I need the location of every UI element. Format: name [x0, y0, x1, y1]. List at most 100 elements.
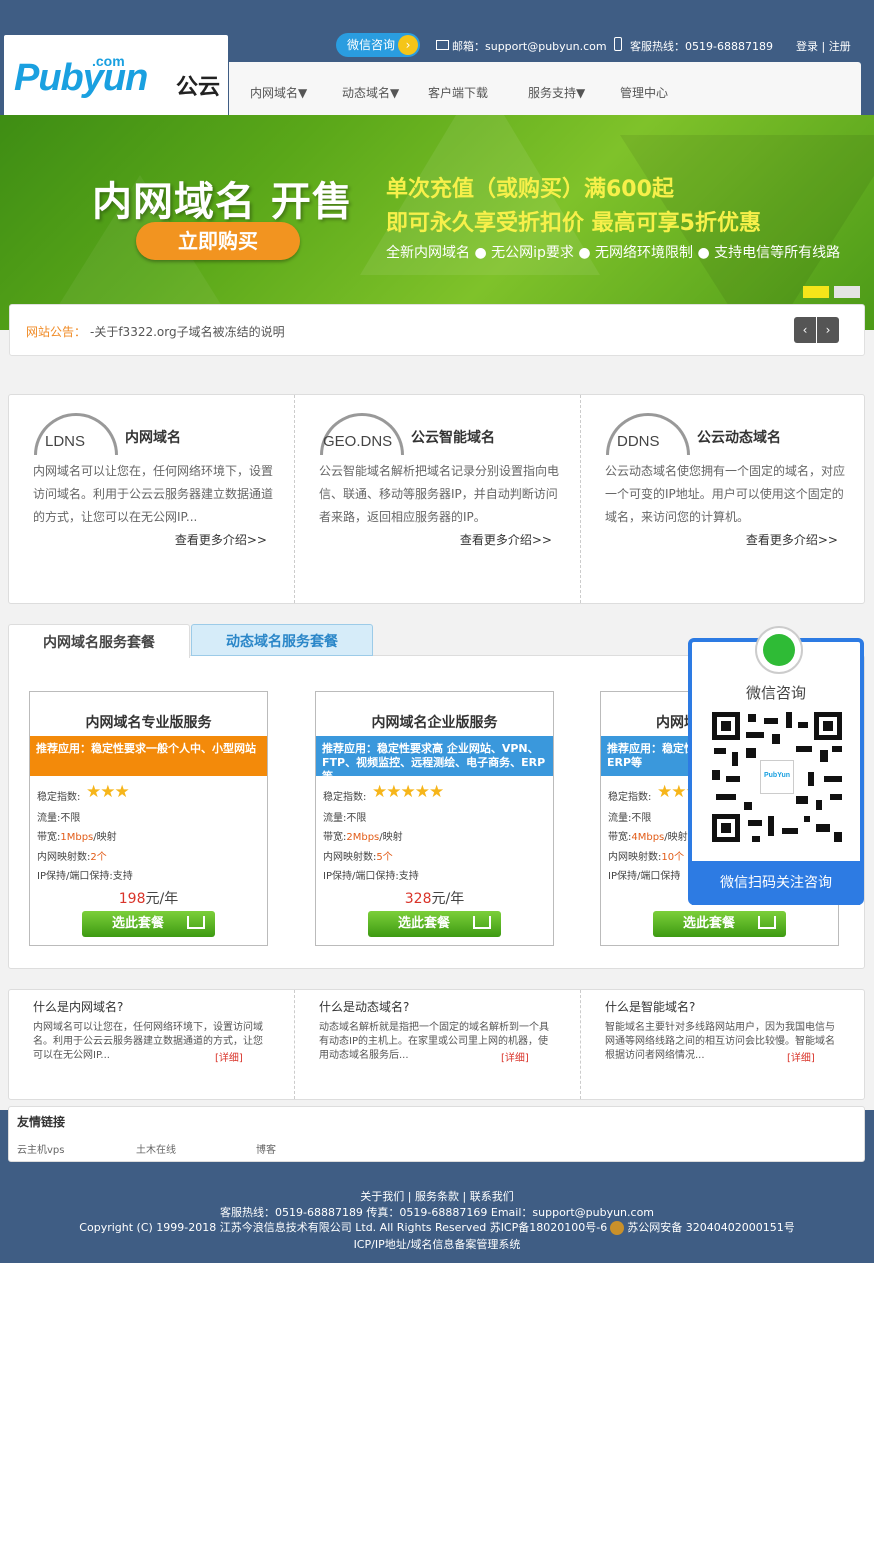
footer-links[interactable]: 关于我们 | 服务条款 | 联系我们	[0, 1188, 874, 1204]
wechat-panel-title: 微信咨询	[745, 684, 806, 702]
ip-row: IP保持/端口保持:支持	[323, 871, 419, 882]
notice-label: 网站公告：	[26, 325, 87, 339]
footer-copyright: Copyright (C) 1999-2018 江苏今浪信息技术有限公司 Ltd…	[79, 1221, 608, 1234]
banner-offer-line2: 即可永久享受折扣价 最高可享5折优惠	[386, 211, 761, 236]
features-panel: LDNS 内网域名 内网域名可以让您在，任何网络环境下，设置访问域名。利用于公云…	[8, 394, 865, 604]
faq-item: 什么是智能域名? 智能域名主要针对多线路网站用户，因为我国电信与网通等网络线路之…	[580, 990, 866, 1099]
friend-link[interactable]: 土木在线	[136, 1141, 176, 1156]
feature-more-link[interactable]: 查看更多介绍>>	[746, 531, 838, 548]
notice-link[interactable]: -关于f3322.org子域名被冻结的说明	[90, 323, 285, 340]
feature-geo-dns: GEO.DNS 公云智能域名 公云智能域名解析把域名记录分别设置指向电信、联通、…	[294, 395, 580, 603]
package-card-enterprise: 内网域名企业版服务 推荐应用：稳定性要求高 企业网站、VPN、FTP、视频监控、…	[315, 691, 554, 946]
banner-features: 全新内网域名 ● 无公网ip要求 ● 无网络环境限制 ● 支持电信等所有线路	[386, 245, 841, 261]
feature-desc: 公云智能域名解析把域名记录分别设置指向电信、联通、移动等服务器IP，并自动判断访…	[319, 464, 560, 524]
feature-title: 公云动态域名	[697, 430, 781, 446]
hotline: 客服热线：0519-68887189	[630, 40, 773, 53]
banner-title: 内网域名 开售	[92, 179, 353, 225]
package-title: 内网域名专业版服务	[85, 715, 212, 731]
nav-item-intranet-domain[interactable]: 内网域名▼	[250, 84, 307, 101]
traffic-row: 流量:不限	[323, 813, 367, 824]
traffic-row: 流量:不限	[608, 813, 652, 824]
footer-icp[interactable]: ICP/IP地址/域名信息备案管理系统	[0, 1236, 874, 1252]
package-price: 328元/年	[404, 891, 465, 907]
friend-links-title: 友情链接	[17, 1115, 66, 1129]
login-register-link[interactable]: 登录 | 注册	[796, 38, 851, 54]
friend-link[interactable]: 博客	[256, 1141, 276, 1156]
qr-center-logo: PubYun	[763, 772, 791, 779]
nav-item-management[interactable]: 管理中心	[620, 84, 668, 101]
package-recommend: 推荐应用：稳定性要求一般个人中、小型网站	[30, 736, 267, 776]
ip-row: IP保持/端口保持	[608, 871, 681, 882]
nav-item-support[interactable]: 服务支持▼	[528, 84, 585, 101]
package-title: 内网域名企业版服务	[371, 715, 498, 731]
notice-prev-button[interactable]: ‹	[794, 317, 816, 343]
feature-logo: DDNS	[617, 433, 660, 450]
feature-title: 公云智能域名	[411, 430, 495, 446]
package-card-pro: 内网域名专业版服务 推荐应用：稳定性要求一般个人中、小型网站 稳定指数: ★★★…	[29, 691, 268, 946]
logo[interactable]: .com Pubyun 公云	[4, 35, 228, 118]
nav-item-dynamic-domain[interactable]: 动态域名▼	[342, 84, 399, 101]
logo-cn-text: 公云	[176, 75, 221, 100]
buy-now-button[interactable]: 立即购买	[136, 222, 300, 260]
select-package-button[interactable]: 选此套餐	[368, 911, 501, 937]
friend-link[interactable]: 云主机vps	[17, 1141, 64, 1156]
select-package-button[interactable]: 选此套餐	[653, 911, 786, 937]
slide-indicator[interactable]	[834, 286, 860, 298]
cart-icon	[758, 916, 776, 929]
footer-contact: 客服热线：0519-68887189 传真：0519-68887169 Emai…	[219, 1206, 655, 1219]
cart-icon	[473, 916, 491, 929]
feature-ddns: DDNS 公云动态域名 公云动态域名使您拥有一个固定的域名，对应一个可变的IP地…	[580, 395, 866, 603]
wechat-scan-text: 微信扫码关注咨询	[692, 861, 860, 905]
maps-row: 内网映射数:2个	[37, 852, 107, 863]
faq-item: 什么是动态域名? 动态域名解析就是指把一个固定的域名解析到一个具有动态IP的主机…	[294, 990, 580, 1099]
footer-police-record[interactable]: 苏公网安备 32040402000151号	[627, 1221, 794, 1234]
star-rating-icon: ★★★	[86, 782, 130, 802]
wechat-float-panel[interactable]: 微信咨询 PubYun 微信扫码关注咨询	[688, 626, 864, 905]
select-package-button[interactable]: 选此套餐	[82, 911, 215, 937]
qr-code: PubYun	[712, 712, 842, 842]
nav-item-client-download[interactable]: 客户端下载	[428, 84, 488, 101]
feature-logo: LDNS	[45, 433, 86, 450]
faq-detail-link[interactable]: [详细]	[787, 1049, 815, 1064]
bandwidth-row: 带宽:2Mbps/映射	[323, 832, 403, 843]
bandwidth-row: 带宽:4Mbps/映射	[608, 832, 688, 843]
feature-intranet-domain: LDNS 内网域名 内网域名可以让您在，任何网络环境下，设置访问域名。利用于公云…	[9, 395, 295, 603]
bandwidth-row: 带宽:1Mbps/映射	[37, 832, 117, 843]
faq-question[interactable]: 什么是内网域名?	[33, 998, 123, 1015]
faq-detail-link[interactable]: [详细]	[501, 1049, 529, 1064]
support-email[interactable]: 邮箱：support@pubyun.com	[452, 38, 607, 54]
traffic-row: 流量:不限	[37, 813, 81, 824]
cart-icon	[187, 916, 205, 929]
logo-text: Pubyun	[14, 57, 148, 99]
tab-dynamic-packages[interactable]: 动态域名服务套餐	[191, 624, 373, 656]
maps-row: 内网映射数:5个	[323, 852, 393, 863]
faq-panel: 什么是内网域名? 内网域名可以让您在，任何网络环境下，设置访问域名。利用于公云云…	[8, 989, 865, 1100]
stability-label: 稳定指数:	[608, 792, 652, 803]
main-nav: 内网域名▼ 动态域名▼ 客户端下载 服务支持▼ 管理中心	[229, 62, 861, 118]
faq-detail-link[interactable]: [详细]	[215, 1049, 243, 1064]
notice-next-button[interactable]: ›	[817, 317, 839, 343]
banner-offer-line1: 单次充值（或购买）满600起	[386, 177, 674, 202]
promo-banner[interactable]: 内网域名 开售 立即购买 单次充值（或购买）满600起 即可永久享受折扣价 最高…	[0, 115, 874, 330]
site-notice: 网站公告： -关于f3322.org子域名被冻结的说明 ‹ ›	[9, 304, 865, 356]
feature-more-link[interactable]: 查看更多介绍>>	[175, 531, 267, 548]
stability-label: 稳定指数:	[37, 792, 81, 803]
footer-copyright-row: Copyright (C) 1999-2018 江苏今浪信息技术有限公司 Ltd…	[0, 1219, 874, 1235]
wechat-consult-button[interactable]: 微信咨询 ›	[336, 33, 420, 57]
feature-desc: 内网域名可以让您在，任何网络环境下，设置访问域名。利用于公云云服务器建立数据通道…	[33, 464, 274, 524]
package-price: 198元/年	[118, 891, 179, 907]
tab-intranet-packages[interactable]: 内网域名服务套餐	[8, 624, 190, 658]
feature-desc: 公云动态域名使您拥有一个固定的域名，对应一个可变的IP地址。用户可以使用这个固定…	[605, 464, 846, 524]
maps-row: 内网映射数:10个	[608, 852, 685, 863]
faq-question[interactable]: 什么是智能域名?	[605, 998, 695, 1015]
ip-row: IP保持/端口保持:支持	[37, 871, 133, 882]
phone-icon	[614, 37, 622, 51]
package-recommend: 推荐应用：稳定性要求高 企业网站、VPN、FTP、视频监控、远程测绘、电子商务、…	[316, 736, 553, 783]
mail-icon	[436, 40, 449, 50]
feature-more-link[interactable]: 查看更多介绍>>	[460, 531, 552, 548]
faq-item: 什么是内网域名? 内网域名可以让您在，任何网络环境下，设置访问域名。利用于公云云…	[9, 990, 295, 1099]
faq-question[interactable]: 什么是动态域名?	[319, 998, 409, 1015]
arrow-right-icon: ›	[398, 35, 418, 55]
stability-label: 稳定指数:	[323, 792, 367, 803]
slide-indicator-active[interactable]	[803, 286, 829, 298]
